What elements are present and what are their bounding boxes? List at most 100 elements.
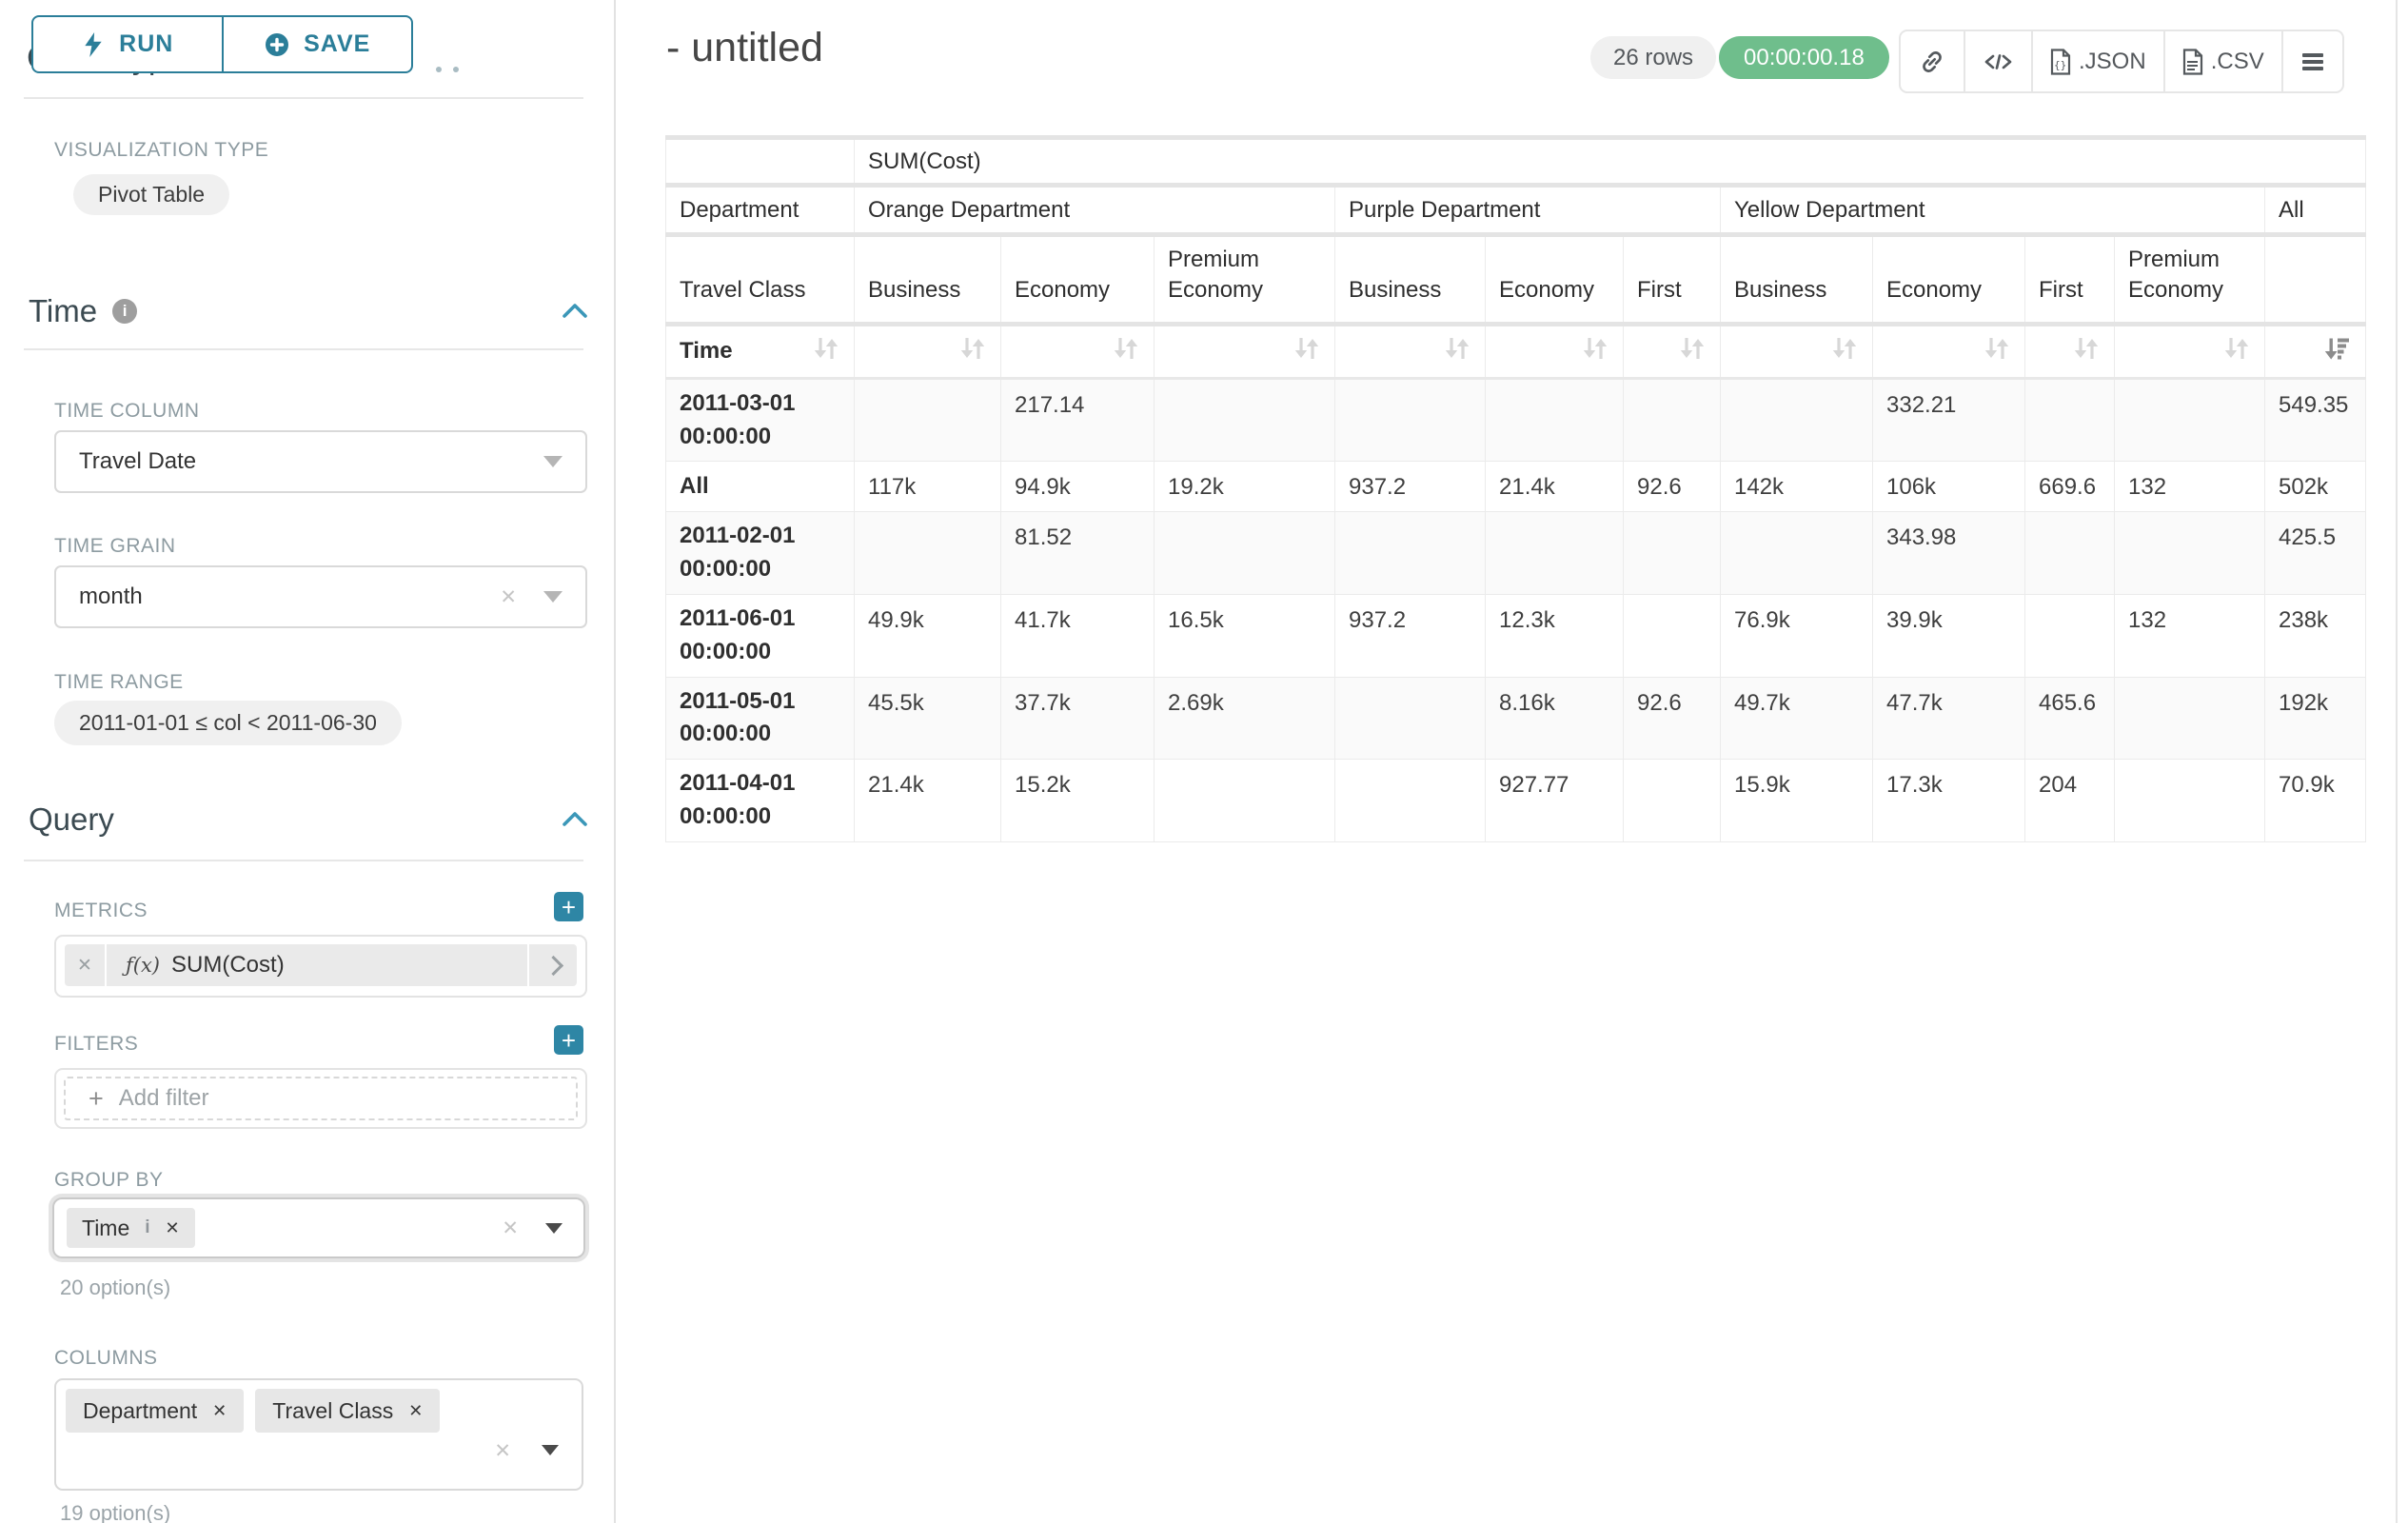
caret-down-icon <box>545 1223 563 1234</box>
value-cell: 21.4k <box>855 760 1001 842</box>
file-csv-icon <box>2182 49 2203 75</box>
value-cell: 117k <box>855 462 1001 512</box>
value-cell <box>1335 677 1486 760</box>
columns-tag-travel-class[interactable]: Travel Class ✕ <box>255 1389 440 1433</box>
clear-icon[interactable]: ✕ <box>494 1439 511 1463</box>
time-column-select[interactable]: Travel Date <box>54 430 587 493</box>
sort-icon <box>1830 334 1859 369</box>
value-cell <box>1155 378 1335 462</box>
add-metric-button[interactable]: + <box>554 892 583 921</box>
sort-button[interactable] <box>1001 324 1155 378</box>
value-cell: 21.4k <box>1486 462 1624 512</box>
embed-code-button[interactable] <box>1964 31 2031 91</box>
query-actions: RUN SAVE <box>31 15 413 73</box>
columns-select[interactable]: Department ✕ Travel Class ✕ ✕ <box>54 1378 583 1491</box>
columns-tag-department[interactable]: Department ✕ <box>66 1389 244 1433</box>
run-button[interactable]: RUN <box>33 17 222 71</box>
value-cell: 465.6 <box>2025 677 2115 760</box>
clear-icon[interactable]: ✕ <box>502 1216 519 1240</box>
value-cell <box>2115 512 2265 595</box>
metric-name: SUM(Cost) <box>171 952 285 979</box>
col-header: Economy <box>1486 235 1624 325</box>
sort-button[interactable] <box>1873 324 2025 378</box>
sort-button[interactable] <box>1335 324 1486 378</box>
row-label: 2011-03-01 00:00:00 <box>666 378 855 462</box>
sort-button[interactable] <box>1721 324 1873 378</box>
group-by-tag-time[interactable]: Time i ✕ <box>67 1208 195 1248</box>
value-cell <box>1624 512 1721 595</box>
value-cell: 142k <box>1721 462 1873 512</box>
add-filter-button[interactable]: + Add filter <box>64 1077 578 1120</box>
sort-button[interactable] <box>2025 324 2115 378</box>
col-axis-label: Travel Class <box>666 235 855 325</box>
caret-down-icon <box>543 456 563 467</box>
value-cell <box>855 378 1001 462</box>
value-cell: 238k <box>2265 594 2366 677</box>
value-cell <box>2115 378 2265 462</box>
scrollbar-track[interactable] <box>2396 0 2398 1523</box>
chevron-up-icon[interactable] <box>560 809 590 830</box>
pivot-table-container: SUM(Cost) Department Orange DepartmentPu… <box>665 135 2365 842</box>
remove-tag-icon[interactable]: ✕ <box>408 1401 423 1421</box>
clear-icon[interactable]: ✕ <box>500 585 517 609</box>
col-axis-label: Department <box>666 186 855 235</box>
more-menu-button[interactable] <box>2281 31 2342 91</box>
sort-button[interactable] <box>855 324 1001 378</box>
chart-title[interactable]: - untitled <box>666 25 823 71</box>
col-header: Business <box>1721 235 1873 325</box>
sort-button[interactable] <box>1486 324 1624 378</box>
export-json-button[interactable]: {} .JSON <box>2031 31 2163 91</box>
function-icon: ƒ(x) <box>126 954 160 977</box>
save-button[interactable]: SAVE <box>222 17 412 71</box>
sort-icon <box>1443 334 1471 369</box>
time-grain-select[interactable]: month ✕ <box>54 565 587 628</box>
value-cell: 192k <box>2265 677 2366 760</box>
time-range-value[interactable]: 2011-01-01 ≤ col < 2011-06-30 <box>54 701 402 745</box>
sort-button-total[interactable] <box>2265 324 2366 378</box>
metric-chip[interactable]: ✕ ƒ(x) SUM(Cost) <box>65 944 577 986</box>
superset-explore-view: Chart Type RUN SAVE VISUALIZATION TYPE P <box>0 0 2408 1523</box>
sort-button-time[interactable]: Time <box>666 324 855 378</box>
sort-icon <box>1581 334 1609 369</box>
sort-button[interactable] <box>1155 324 1335 378</box>
value-cell <box>1155 512 1335 595</box>
value-cell <box>1335 512 1486 595</box>
value-cell: 132 <box>2115 594 2265 677</box>
expand-metric-button[interactable] <box>527 944 577 986</box>
table-row: 2011-05-01 00:00:0045.5k37.7k2.69k8.16k9… <box>666 677 2366 760</box>
row-label: 2011-02-01 00:00:00 <box>666 512 855 595</box>
visualization-type-value[interactable]: Pivot Table <box>73 174 229 215</box>
value-cell: 92.6 <box>1624 677 1721 760</box>
row-label: 2011-04-01 00:00:00 <box>666 760 855 842</box>
divider <box>24 97 583 99</box>
group-by-select[interactable]: Time i ✕ ✕ <box>52 1197 585 1258</box>
metric-header: SUM(Cost) <box>855 138 2366 186</box>
value-cell: 937.2 <box>1335 462 1486 512</box>
export-csv-button[interactable]: .CSV <box>2163 31 2281 91</box>
remove-tag-icon[interactable]: ✕ <box>166 1218 180 1238</box>
col-group-header: Yellow Department <box>1721 186 2265 235</box>
value-cell <box>1155 760 1335 842</box>
sort-button[interactable] <box>1624 324 1721 378</box>
remove-tag-icon[interactable]: ✕ <box>212 1401 227 1421</box>
remove-metric-button[interactable]: ✕ <box>65 944 107 986</box>
value-cell: 217.14 <box>1001 378 1155 462</box>
caret-down-icon <box>543 591 563 603</box>
value-cell: 132 <box>2115 462 2265 512</box>
sort-button[interactable] <box>2115 324 2265 378</box>
value-cell: 41.7k <box>1001 594 1155 677</box>
value-cell <box>1335 760 1486 842</box>
value-cell: 425.5 <box>2265 512 2366 595</box>
value-cell <box>2115 677 2265 760</box>
col-header: First <box>1624 235 1721 325</box>
add-filter-plus-button[interactable]: + <box>554 1025 583 1055</box>
value-cell: 49.9k <box>855 594 1001 677</box>
value-cell: 70.9k <box>2265 760 2366 842</box>
corner-cell <box>666 138 855 186</box>
share-link-button[interactable] <box>1901 31 1964 91</box>
chevron-up-icon[interactable] <box>560 301 590 322</box>
value-cell <box>2025 512 2115 595</box>
col-header: Economy <box>1873 235 2025 325</box>
time-range-label: TIME RANGE <box>54 671 184 694</box>
control-panel: Chart Type RUN SAVE VISUALIZATION TYPE P <box>0 0 616 1523</box>
